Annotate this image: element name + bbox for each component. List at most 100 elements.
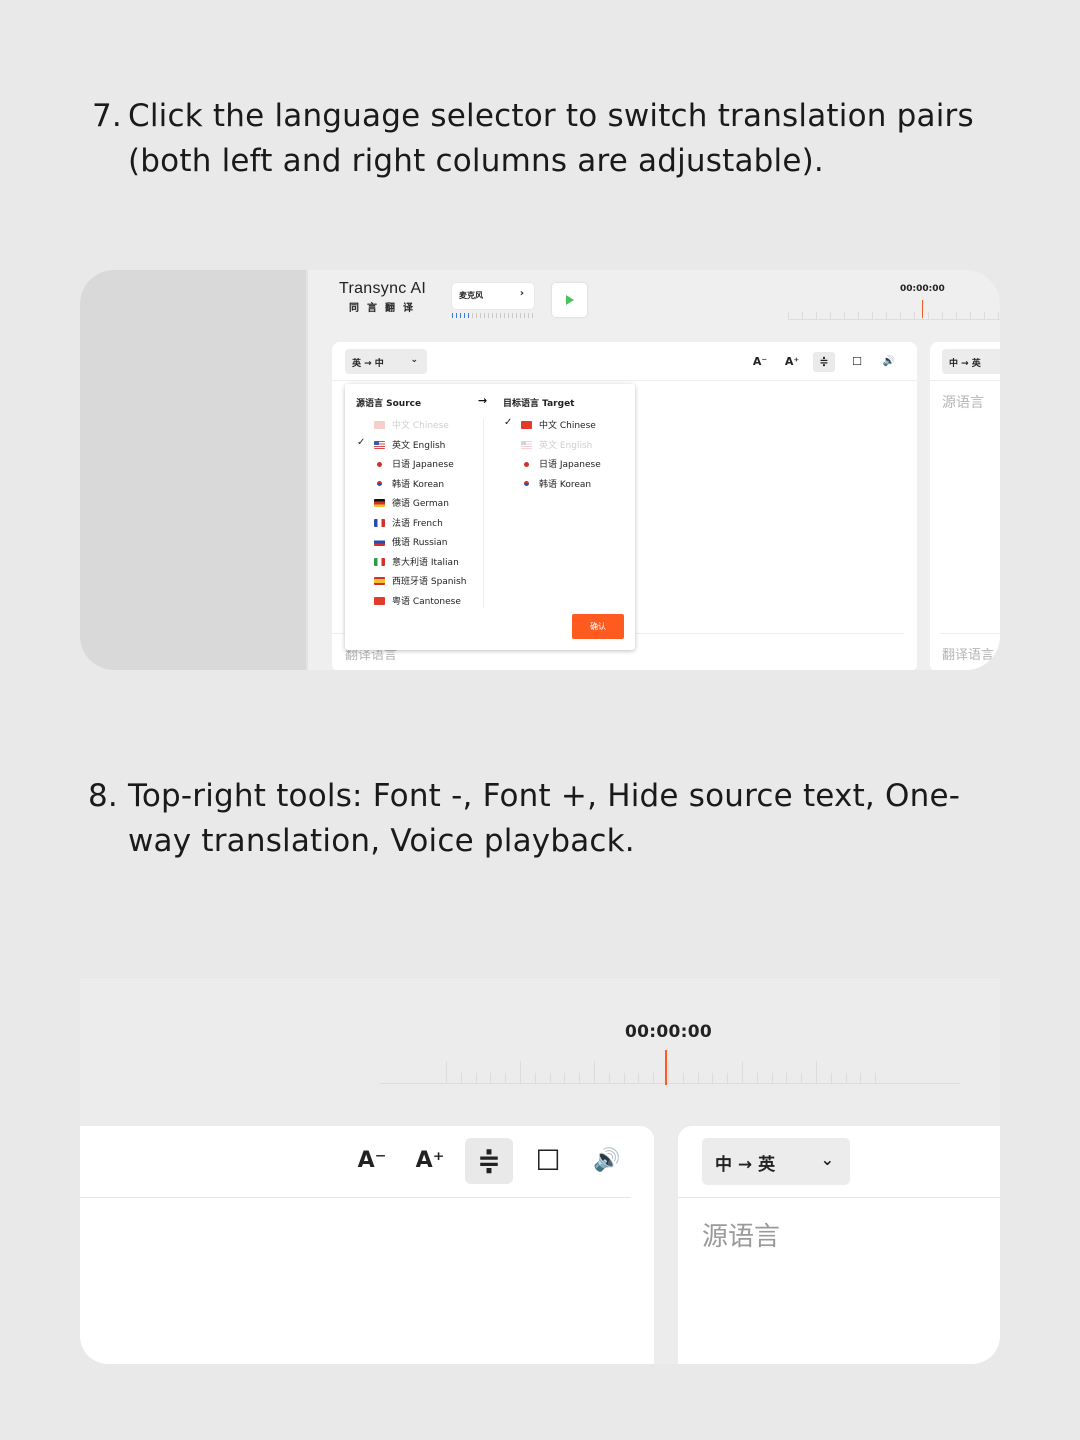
- timeline-ruler: [380, 1061, 960, 1084]
- brand-subtitle: 同言翻译: [349, 303, 421, 314]
- timeline-tick: [712, 1073, 714, 1083]
- target-language-option[interactable]: ✓ 中文 Chinese: [504, 417, 596, 432]
- timeline-tick: [623, 1073, 625, 1083]
- timeline-tick: [564, 1073, 566, 1083]
- language-pair-label: 英 → 中: [352, 359, 384, 369]
- step-number: 8.: [88, 778, 118, 814]
- font-increase-icon[interactable]: A⁺: [781, 352, 803, 372]
- source-language-option[interactable]: 俄语 Russian: [374, 535, 448, 549]
- language-pair-selector-right[interactable]: 中 → 英: [942, 349, 1000, 374]
- flag-us-icon: [521, 440, 532, 449]
- font-increase-icon[interactable]: A⁺: [406, 1138, 454, 1184]
- timeline-tick: [446, 1061, 447, 1083]
- hide-source-icon[interactable]: ≑: [813, 352, 835, 372]
- timer: 00:00:00: [900, 284, 945, 294]
- timeline-tick: [460, 1073, 462, 1083]
- flag-cn-icon: [374, 421, 385, 429]
- timeline-tick: [490, 1073, 492, 1083]
- step-7-instruction: 7. Click the language selector to switch…: [92, 94, 1012, 184]
- source-language-option[interactable]: 粤语 Cantonese: [374, 594, 461, 608]
- right-translation-panel: 中 → 英 源语言 翻译语言: [930, 342, 1000, 670]
- source-language-option[interactable]: 德语 German: [374, 496, 449, 510]
- font-decrease-icon[interactable]: A⁻: [348, 1138, 396, 1184]
- source-language-option[interactable]: 西班牙语 Spanish: [374, 574, 466, 588]
- divider: [930, 380, 1000, 381]
- timeline-tick: [594, 1061, 595, 1083]
- target-language-option[interactable]: 日语 Japanese: [521, 457, 601, 471]
- timeline-tick: [579, 1073, 581, 1083]
- language-label: 意大利语 Italian: [392, 557, 459, 568]
- one-way-translation-icon[interactable]: ☐: [846, 352, 868, 372]
- timeline-tick: [801, 1073, 803, 1083]
- timeline-tick: [845, 1073, 847, 1083]
- voice-playback-icon[interactable]: 🔊: [878, 352, 900, 372]
- source-language-option[interactable]: 韩语 Korean: [374, 477, 444, 491]
- flag-us-icon: [374, 440, 385, 449]
- divider: [483, 418, 484, 608]
- step-number: 7.: [92, 98, 122, 134]
- language-label: 英文 English: [392, 440, 446, 451]
- flag-jp-icon: [521, 460, 532, 468]
- chevron-down-icon: ⌄: [820, 1150, 834, 1169]
- voice-playback-icon[interactable]: 🔊: [583, 1138, 631, 1184]
- step-text: Top-right tools: Font -, Font +, Hide so…: [128, 778, 961, 859]
- language-label: 中文 Chinese: [392, 421, 449, 431]
- language-pair-selector-right[interactable]: 中 → 英 ⌄: [702, 1138, 850, 1185]
- timeline-tick: [860, 1073, 862, 1083]
- step-text: Click the language selector to switch tr…: [128, 98, 974, 179]
- source-language-option[interactable]: ✓ 英文 English: [357, 437, 446, 452]
- hide-source-icon[interactable]: ≑: [465, 1138, 513, 1184]
- source-language-option[interactable]: 日语 Japanese: [374, 457, 454, 471]
- language-label: 韩语 Korean: [539, 479, 592, 490]
- target-header: 目标语言 Target: [503, 399, 575, 409]
- timeline-tick: [668, 1061, 669, 1083]
- check-icon: ✓: [504, 417, 513, 428]
- source-language-option[interactable]: 意大利语 Italian: [374, 555, 459, 569]
- arrow-right-icon: →: [478, 394, 488, 407]
- one-way-translation-icon[interactable]: ☐: [524, 1138, 572, 1184]
- timeline-tick: [534, 1073, 536, 1083]
- divider: [332, 380, 917, 381]
- flag-jp-icon: [374, 460, 385, 468]
- language-label: 粤语 Cantonese: [392, 596, 461, 607]
- brand-logo: Transync AI 同言翻译: [339, 280, 426, 314]
- timeline-tick: [786, 1073, 788, 1083]
- target-language-option[interactable]: 韩语 Korean: [521, 477, 591, 491]
- flag-es-icon: [374, 577, 385, 585]
- timeline-tick: [816, 1061, 817, 1083]
- timeline-cursor[interactable]: [665, 1050, 667, 1085]
- flag-it-icon: [374, 557, 385, 566]
- language-label: 中文 Chinese: [539, 421, 596, 431]
- timeline-cursor[interactable]: [922, 300, 923, 318]
- flag-kr-icon: [374, 479, 385, 488]
- language-label: 韩语 Korean: [392, 479, 445, 490]
- flag-fr-icon: [374, 518, 385, 527]
- timeline-tick: [638, 1073, 640, 1083]
- source-language-option[interactable]: 法语 French: [374, 516, 443, 530]
- left-translation-panel: 英 → 中 ⌄ A⁻ A⁺ ≑ ☐ 🔊 翻译语言 源语言 Source → 目标…: [332, 342, 917, 670]
- flag-ru-icon: [374, 538, 385, 546]
- timeline-tick: [520, 1061, 521, 1083]
- language-pair-selector-left[interactable]: 英 → 中 ⌄: [345, 349, 427, 374]
- divider: [678, 1197, 1000, 1198]
- timeline-tick: [697, 1073, 699, 1083]
- flag-kr-icon: [521, 479, 532, 488]
- timeline-tick: [505, 1073, 507, 1083]
- language-label: 西班牙语 Spanish: [392, 577, 467, 587]
- flag-cn-icon: [521, 421, 532, 429]
- source-header: 源语言 Source: [356, 399, 422, 409]
- right-translation-panel: 中 → 英 ⌄ 源语言: [678, 1126, 1000, 1364]
- language-label: 德语 German: [392, 499, 449, 509]
- timeline-tick: [771, 1073, 773, 1083]
- confirm-button[interactable]: 确认: [572, 614, 624, 639]
- language-pair-label: 中 → 英: [715, 1155, 776, 1175]
- timeline-ruler: [788, 312, 1000, 320]
- timeline-tick: [830, 1073, 832, 1083]
- font-decrease-icon[interactable]: A⁻: [749, 352, 771, 372]
- microphone-select[interactable]: 麦克风 ›: [452, 283, 534, 309]
- microphone-label: 麦克风: [459, 291, 483, 300]
- step-8-instruction: 8. Top-right tools: Font -, Font +, Hide…: [88, 774, 1008, 864]
- source-placeholder: 源语言: [702, 1222, 781, 1252]
- play-button[interactable]: [552, 283, 587, 317]
- divider: [940, 633, 1000, 634]
